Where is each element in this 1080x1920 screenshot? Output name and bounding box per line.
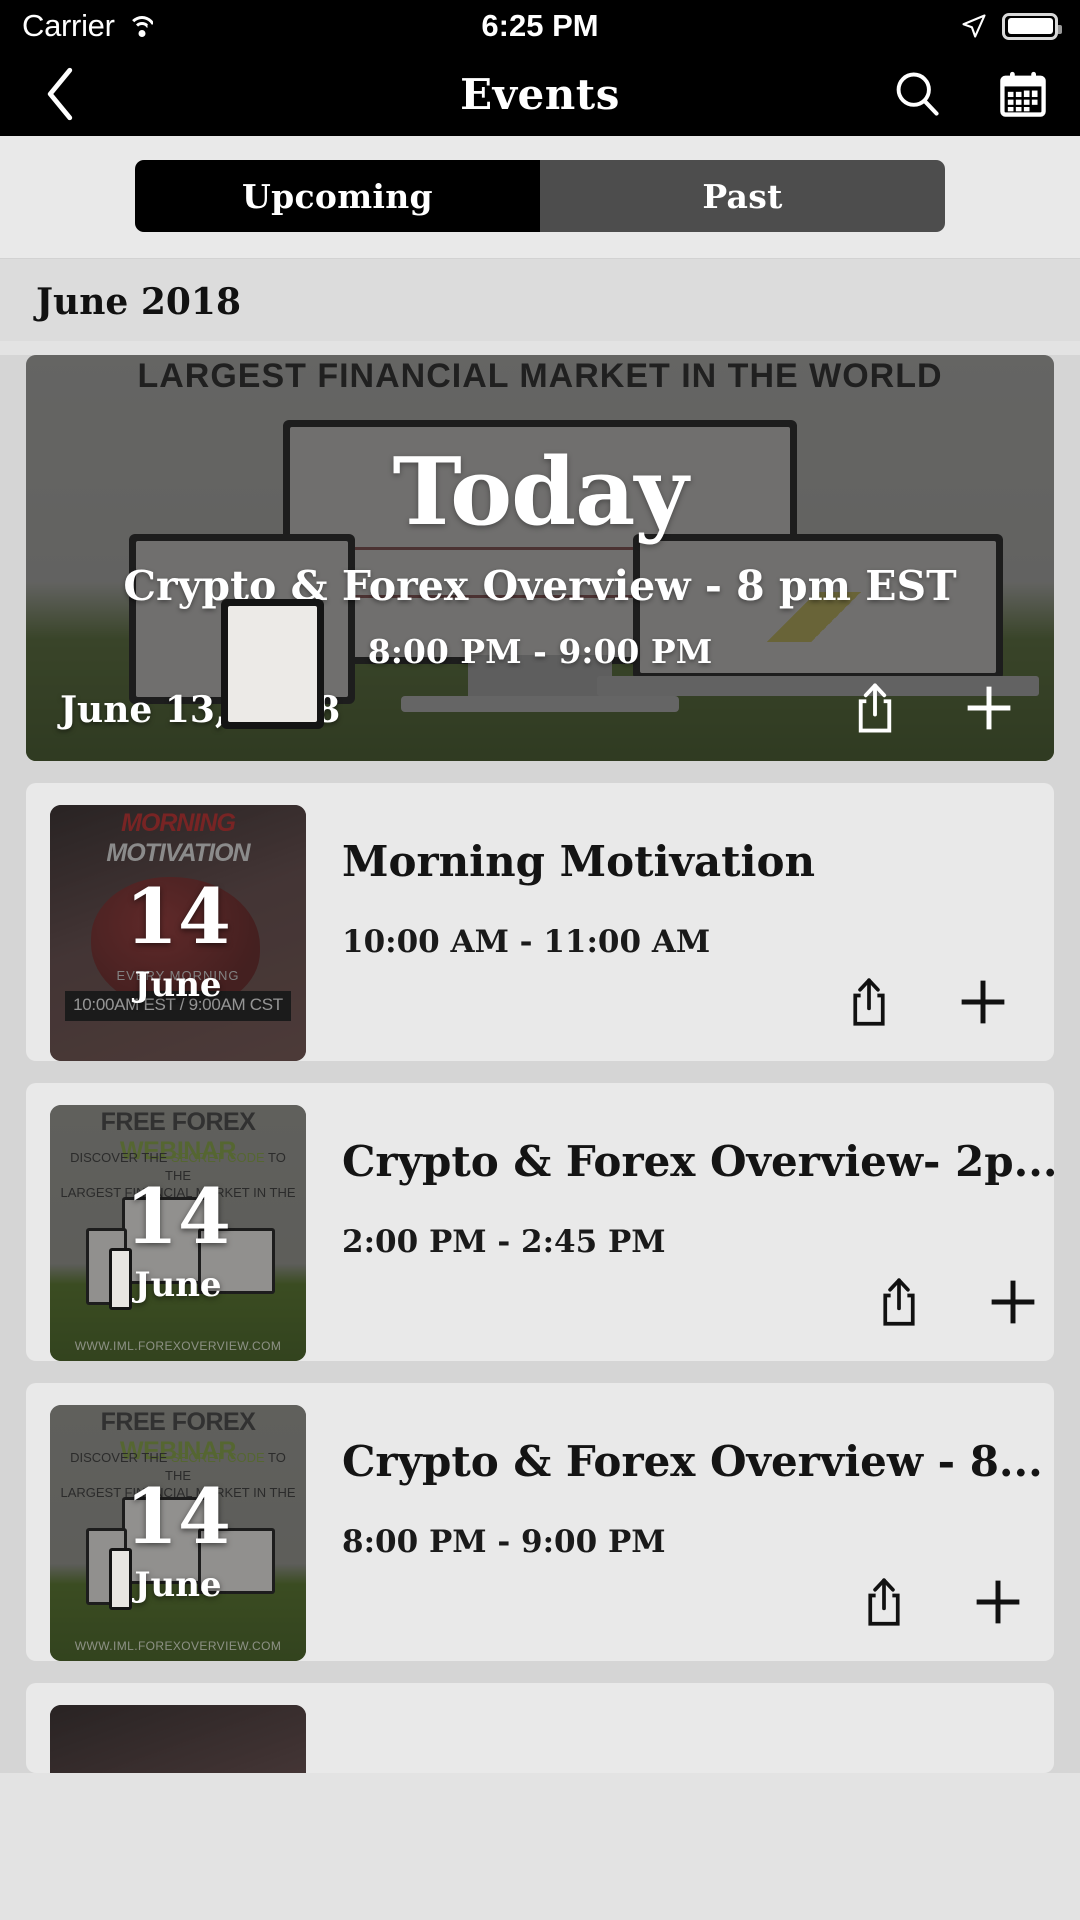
battery-full-icon	[1002, 12, 1062, 40]
event-actions	[838, 971, 1014, 1033]
app-screen: Carrier 6:25 PM Events Upcoming Past Jun…	[0, 0, 1080, 1920]
month-section-header: June 2018	[0, 259, 1080, 341]
thumb-month-label: June	[134, 1565, 222, 1605]
thumb-month-label: June	[134, 1265, 222, 1305]
event-thumbnail: MORNING MOTIVATION EVERY MORNING 10:00AM…	[50, 805, 306, 1061]
wifi-icon	[127, 14, 157, 38]
event-time: 8:00 PM - 9:00 PM	[342, 1524, 666, 1560]
month-label: June 2018	[36, 281, 242, 323]
list-item[interactable]: MORNING MOTIVATION EVERY MORNING 10:00AM…	[26, 783, 1054, 1061]
plus-icon[interactable]	[982, 1271, 1044, 1333]
event-actions	[853, 1571, 1029, 1633]
featured-event-actions	[844, 677, 1020, 739]
tab-upcoming[interactable]: Upcoming	[135, 160, 540, 232]
thumb-day-number: 14	[125, 1172, 231, 1262]
share-icon[interactable]	[853, 1571, 915, 1633]
event-title: Crypto & Forex Overview- 2p...	[342, 1137, 1058, 1186]
thumb-day-number: 14	[125, 872, 231, 962]
back-button[interactable]	[28, 62, 92, 126]
status-bar-clock: 6:25 PM	[481, 8, 599, 43]
list-item[interactable]: FREE FOREX WEBINAR DISCOVER THE SECRET C…	[26, 1383, 1054, 1661]
event-thumbnail	[50, 1705, 306, 1773]
location-arrow-icon	[960, 12, 988, 40]
events-list: LARGEST FINANCIAL MARKET IN THE WORLD To…	[0, 355, 1080, 1773]
event-time: 2:00 PM - 2:45 PM	[342, 1224, 666, 1260]
share-icon[interactable]	[868, 1271, 930, 1333]
nav-bar: Events	[0, 52, 1080, 136]
list-item[interactable]	[26, 1683, 1054, 1773]
status-bar-left: Carrier	[22, 8, 157, 44]
status-bar-right	[960, 12, 1062, 40]
thumb-day-number: 14	[125, 1472, 231, 1562]
event-title: Crypto & Forex Overview - 8...	[342, 1437, 1043, 1486]
calendar-icon[interactable]	[994, 65, 1052, 123]
search-icon[interactable]	[888, 65, 946, 123]
event-details: Crypto & Forex Overview - 8... 8:00 PM -…	[306, 1405, 1043, 1639]
featured-event-card[interactable]: LARGEST FINANCIAL MARKET IN THE WORLD To…	[26, 355, 1054, 761]
status-bar: Carrier 6:25 PM	[0, 0, 1080, 52]
event-actions	[868, 1271, 1044, 1333]
event-thumbnail: FREE FOREX WEBINAR DISCOVER THE SECRET C…	[50, 1105, 306, 1361]
share-icon[interactable]	[838, 971, 900, 1033]
event-thumbnail: FREE FOREX WEBINAR DISCOVER THE SECRET C…	[50, 1405, 306, 1661]
event-details	[306, 1705, 1028, 1751]
plus-icon[interactable]	[967, 1571, 1029, 1633]
segmented-control[interactable]: Upcoming Past	[135, 160, 945, 232]
plus-icon[interactable]	[958, 677, 1020, 739]
share-icon[interactable]	[844, 677, 906, 739]
event-details: Morning Motivation 10:00 AM - 11:00 AM	[306, 805, 1028, 1039]
featured-today-badge: Today	[392, 437, 689, 546]
event-details: Crypto & Forex Overview- 2p... 2:00 PM -…	[306, 1105, 1058, 1339]
nav-actions	[888, 65, 1052, 123]
event-time: 10:00 AM - 11:00 AM	[342, 924, 711, 960]
thumb-month-label: June	[134, 965, 222, 1005]
featured-event-time: 8:00 PM - 9:00 PM	[367, 632, 713, 671]
segmented-control-container: Upcoming Past	[0, 136, 1080, 259]
tab-past[interactable]: Past	[540, 160, 945, 232]
event-title: Morning Motivation	[342, 837, 816, 886]
list-item[interactable]: FREE FOREX WEBINAR DISCOVER THE SECRET C…	[26, 1083, 1058, 1361]
carrier-label: Carrier	[22, 8, 115, 43]
plus-icon[interactable]	[952, 971, 1014, 1033]
